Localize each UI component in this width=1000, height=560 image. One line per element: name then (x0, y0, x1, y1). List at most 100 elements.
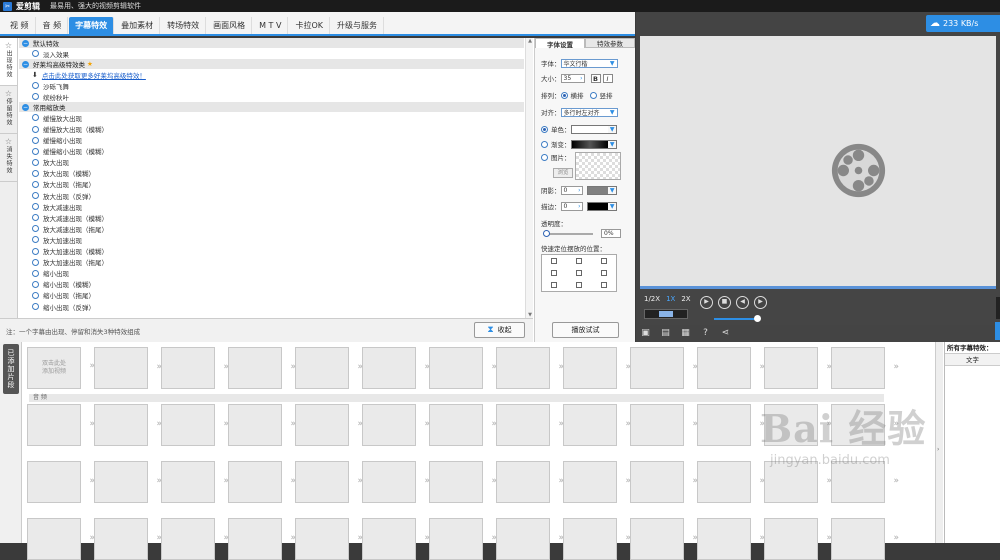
effect-item[interactable]: 放大减速出现（模糊） (19, 212, 524, 223)
play-try-button[interactable]: 播放试试 (552, 322, 619, 338)
tab-overlay[interactable]: 叠加素材 (115, 17, 161, 34)
clip-slot[interactable]: » (161, 404, 229, 446)
side-tab-disappear[interactable]: ☆ 消失特效 (0, 134, 17, 182)
clip-slot[interactable]: » (563, 404, 631, 446)
effect-item[interactable]: 缩小出现（拖尾） (19, 290, 524, 301)
opacity-slider-knob[interactable] (543, 229, 550, 237)
collapse-button[interactable]: ⧗ 收起 (474, 322, 525, 338)
effect-item[interactable]: 缓慢缩小出现 (19, 135, 524, 146)
clip-slot[interactable]: » (362, 404, 430, 446)
speed-half[interactable]: 1/2X (644, 295, 660, 303)
effect-item[interactable]: 放大加速出现 (19, 234, 524, 245)
effect-item[interactable]: 沙砾飞舞 (19, 80, 524, 91)
clip-slot[interactable]: » (697, 404, 765, 446)
speed-2x[interactable]: 2X (681, 295, 690, 303)
side-handle[interactable] (996, 297, 1000, 319)
volume-slider[interactable] (714, 318, 756, 320)
seek-thumb[interactable] (659, 311, 673, 317)
effect-item[interactable]: 缓慢放大出现（模糊） (19, 123, 524, 134)
clip-slot[interactable]: » (161, 461, 229, 503)
clip-slot[interactable]: » (27, 518, 95, 560)
size-stepper[interactable]: 35 › (560, 73, 585, 83)
italic-button[interactable]: I (602, 73, 613, 83)
effect-item[interactable]: 缓慢放大出现 (19, 112, 524, 123)
clip-slot[interactable]: » (764, 404, 832, 446)
effects-scrollbar[interactable]: ▲ ▼ (525, 38, 533, 318)
group-header-hollywood[interactable]: − 好莱坞高级特效类 ★ (19, 59, 524, 70)
clip-slot[interactable]: » (94, 404, 162, 446)
clip-slot[interactable]: » (161, 518, 229, 560)
effect-item[interactable]: 放大加速出现（模糊） (19, 246, 524, 257)
position-top-right[interactable] (600, 258, 607, 264)
effect-item[interactable]: 放大加速出现（拖尾） (19, 257, 524, 268)
clip-slot[interactable]: » (764, 518, 832, 560)
clip-slot[interactable]: » (429, 404, 497, 446)
clip-slot[interactable]: » (228, 461, 296, 503)
tab-picture-style[interactable]: 画面风格 (207, 17, 253, 34)
browse-button[interactable]: 浏览 (553, 168, 573, 178)
fullscreen-handle[interactable] (995, 322, 1000, 340)
gradient-radio[interactable] (541, 140, 548, 148)
clip-slot[interactable]: » (295, 461, 363, 503)
side-tab-appear[interactable]: ☆ 出现特效 (0, 38, 17, 86)
tab-effect-params[interactable]: 特效参数 (585, 38, 635, 48)
tab-audio[interactable]: 音 频 (37, 17, 69, 34)
next-frame-icon[interactable]: ▶ (754, 296, 767, 309)
position-top-center[interactable] (575, 258, 582, 264)
effect-item[interactable]: 放大出现（拖尾） (19, 179, 524, 190)
tab-upgrade[interactable]: 升级与服务 (331, 17, 384, 34)
position-center[interactable] (575, 270, 582, 276)
volume-knob[interactable] (754, 315, 761, 322)
position-bottom-left[interactable] (551, 282, 558, 288)
clip-slot[interactable]: » (362, 461, 430, 503)
added-clips-tab[interactable]: 已添加片段 (3, 344, 19, 394)
position-bottom-right[interactable] (600, 282, 607, 288)
download-more-row[interactable]: ⬇ 点击此处获取更多好莱坞高级特效！ (19, 69, 524, 80)
tab-transitions[interactable]: 转场特效 (161, 17, 207, 34)
tab-mtv[interactable]: M T V (253, 17, 289, 34)
effect-item[interactable]: 缩小出现 (19, 268, 524, 279)
clip-slot[interactable]: » (697, 347, 765, 389)
clip-slot[interactable]: » (27, 404, 95, 446)
clip-slot[interactable]: » (295, 518, 363, 560)
clip-slot[interactable]: » (228, 518, 296, 560)
clip-slot[interactable]: » (764, 347, 832, 389)
folder-icon[interactable]: ▤ (660, 328, 671, 339)
stop-icon[interactable]: ■ (718, 296, 731, 309)
clip-slot[interactable]: » (563, 461, 631, 503)
position-top-left[interactable] (551, 258, 558, 264)
clip-slot[interactable]: » (496, 461, 564, 503)
effect-item[interactable]: 放大减速出现（拖尾） (19, 223, 524, 234)
solid-radio[interactable] (541, 125, 548, 133)
gradient-picker[interactable]: ▼ (570, 139, 617, 149)
clip-slot[interactable]: » (697, 461, 765, 503)
clip-slot[interactable]: » (630, 404, 698, 446)
clip-slot[interactable]: » (831, 461, 899, 503)
clip-slot[interactable]: » (228, 404, 296, 446)
tab-karaoke[interactable]: 卡拉OK (289, 17, 330, 34)
align-select[interactable]: 多行时左对齐 ▼ (560, 107, 618, 117)
tab-font-settings[interactable]: 字体设置 (535, 38, 585, 49)
effect-item[interactable]: 放大出现（反弹） (19, 190, 524, 201)
clip-slot[interactable]: » (831, 347, 899, 389)
help-icon[interactable]: ? (700, 328, 711, 339)
clip-slot[interactable]: » (429, 518, 497, 560)
clip-slot[interactable]: » (161, 347, 229, 389)
timeline-scrollbar[interactable]: › (935, 342, 943, 543)
speed-1x[interactable]: 1X (666, 295, 675, 303)
clip-slot[interactable]: » (27, 461, 95, 503)
group-header-default[interactable]: − 默认特效 (19, 38, 524, 48)
clip-slot[interactable]: » (362, 518, 430, 560)
share-icon[interactable]: ⋖ (720, 328, 731, 339)
clip-slot[interactable]: » (496, 347, 564, 389)
effect-item[interactable]: 放大出现 (19, 157, 524, 168)
opacity-slider[interactable] (543, 229, 593, 237)
tab-subtitle-effects[interactable]: 字幕特效 (69, 17, 115, 34)
clip-slot[interactable]: » (831, 518, 899, 560)
font-select[interactable]: 华文行楷 ▼ (560, 58, 618, 68)
clip-slot[interactable]: » (630, 347, 698, 389)
clip-slot[interactable]: » (630, 518, 698, 560)
image-radio[interactable] (541, 154, 548, 161)
solid-color-picker[interactable]: ▼ (570, 124, 617, 134)
effect-item[interactable]: 缓慢缩小出现（模糊） (19, 146, 524, 157)
